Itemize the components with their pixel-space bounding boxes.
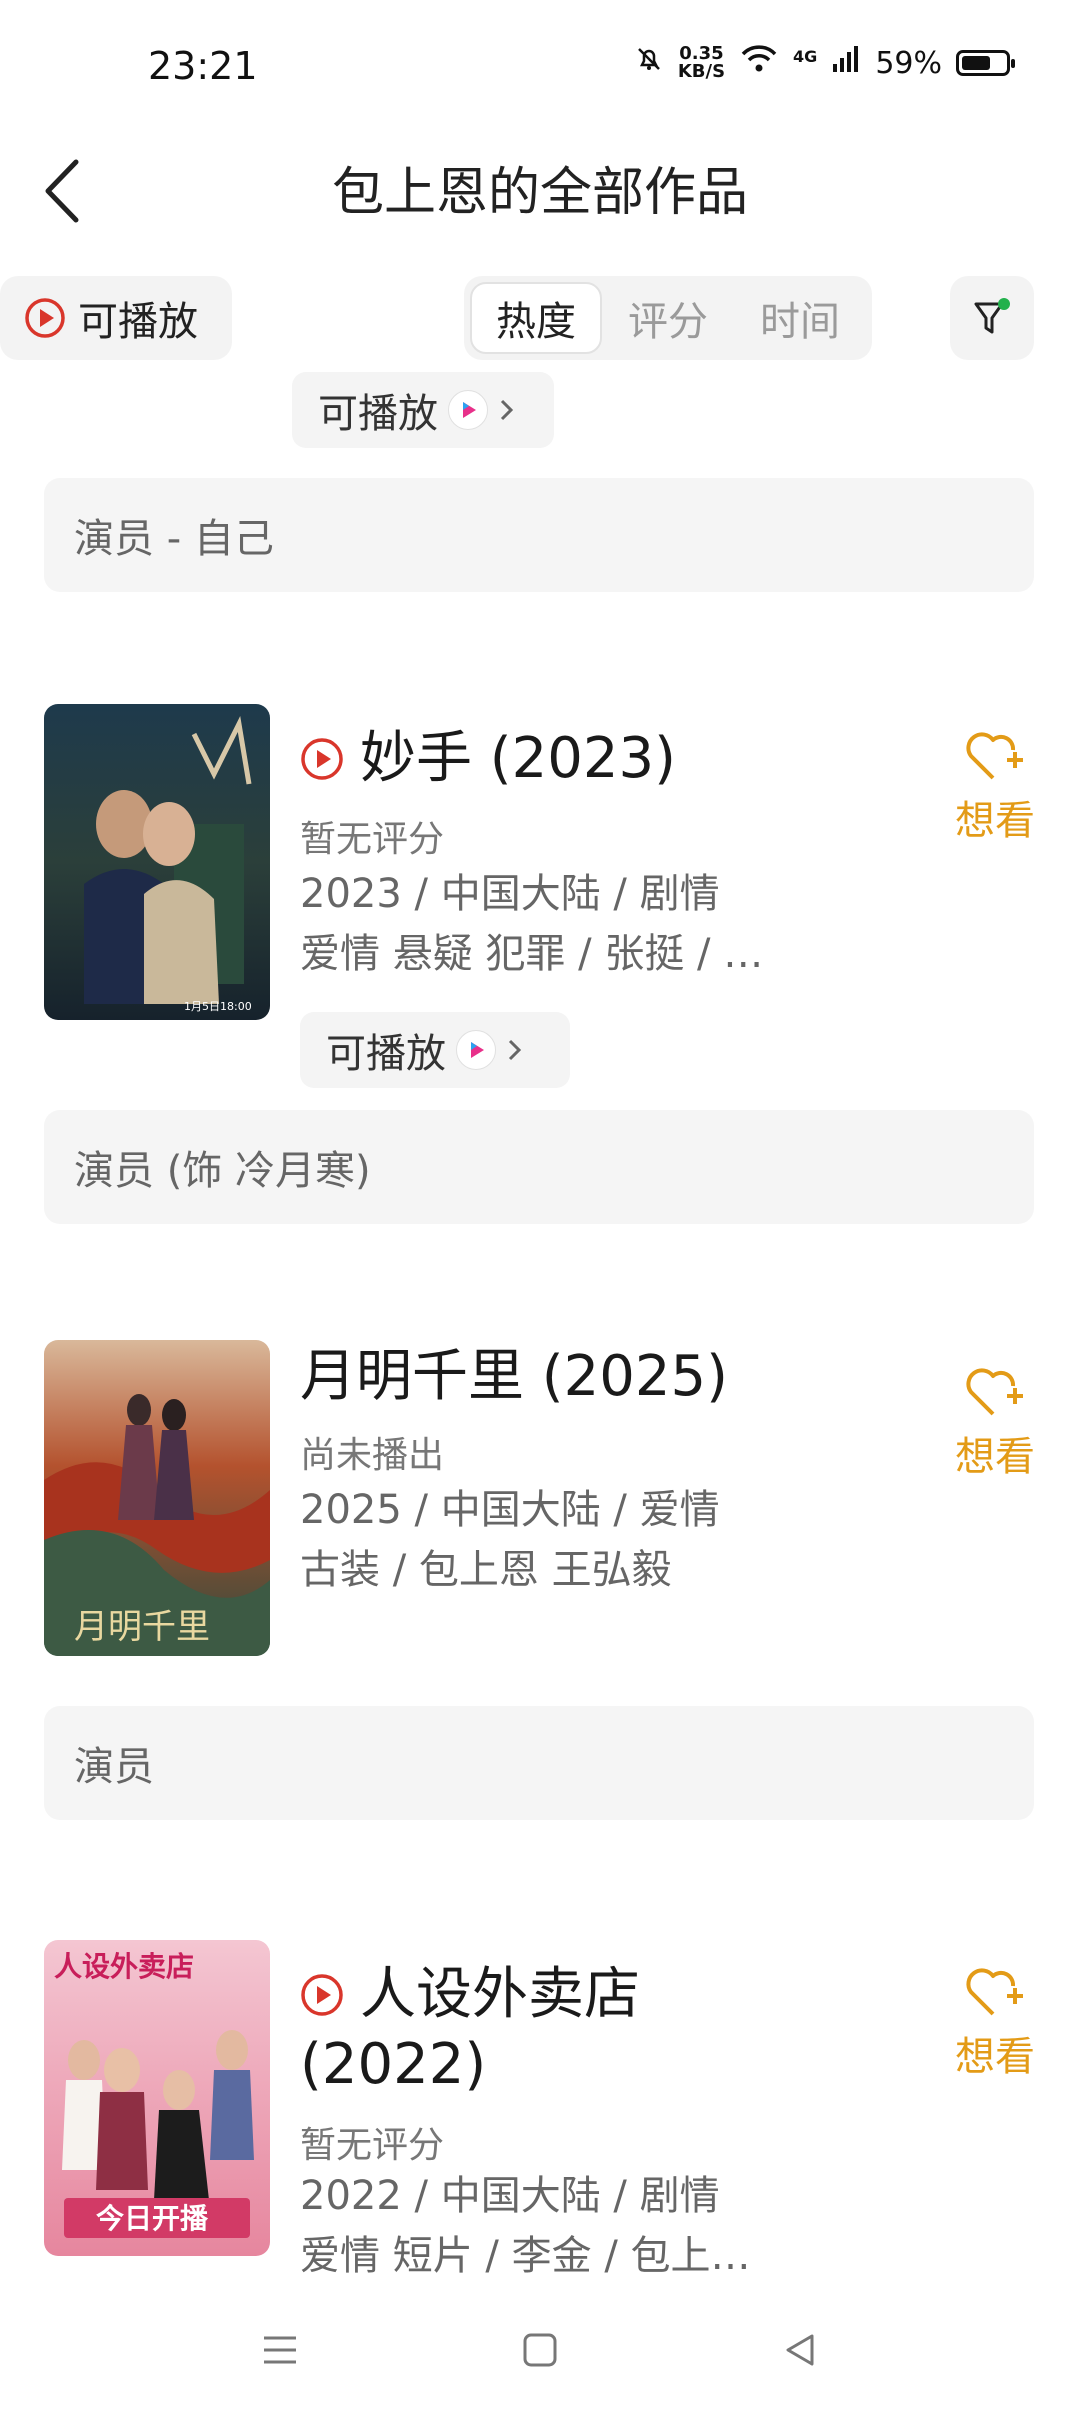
work-title[interactable]: 妙手 (2023) xyxy=(360,726,676,792)
playable-pill-label: 可播放 xyxy=(326,1031,446,1077)
meta-line: 2022 / 中国大陆 / 剧情 xyxy=(300,2173,720,2219)
play-circle-icon xyxy=(301,738,343,780)
sort-tab-hot[interactable]: 热度 xyxy=(470,282,602,354)
back-triangle-icon[interactable] xyxy=(770,2320,830,2380)
playable-filter-button[interactable]: 可播放 xyxy=(0,276,232,360)
menu-icon[interactable] xyxy=(250,2320,310,2380)
youku-icon xyxy=(456,1030,496,1070)
rating-text: 暂无评分 xyxy=(300,2125,445,2166)
playable-pill-label: 可播放 xyxy=(318,391,438,437)
poster-caption: 今日开播 xyxy=(96,2202,209,2235)
poster-image[interactable]: 人设外卖店 今日开播 xyxy=(44,1940,270,2256)
playable-filter-label: 可播放 xyxy=(78,299,198,345)
rating-text: 尚未播出 xyxy=(300,1435,445,1476)
net-speed: 0.35 KB/S xyxy=(678,45,725,81)
mute-icon xyxy=(634,44,664,82)
status-icons: 0.35 KB/S 4G 59% xyxy=(634,44,1015,82)
rating-text: 暂无评分 xyxy=(300,819,445,860)
nav-bar: 包上恩的全部作品 xyxy=(0,140,1080,270)
want-to-watch-label: 想看 xyxy=(955,798,1035,844)
role-box: 演员 xyxy=(44,1706,1034,1820)
filter-button[interactable] xyxy=(950,276,1034,360)
title-row: 月明千里 (2025) xyxy=(300,1344,728,1410)
sort-tab-rating[interactable]: 评分 xyxy=(602,282,734,354)
battery-percent: 59% xyxy=(875,45,942,81)
role-box: 演员 - 自己 xyxy=(44,478,1034,592)
meta-line: 爱情 悬疑 犯罪 / 张挺 / … xyxy=(300,931,764,977)
system-nav-bar xyxy=(0,2300,1080,2412)
playable-pill[interactable]: 可播放 xyxy=(292,372,554,448)
sort-tabs: 热度 评分 时间 xyxy=(464,276,872,360)
home-icon[interactable] xyxy=(510,2320,570,2380)
play-circle-icon xyxy=(25,298,65,338)
filter-row: 可播放 热度 评分 时间 xyxy=(0,276,1080,364)
heart-plus-icon xyxy=(966,1368,1023,1416)
poster-image[interactable]: 月明千里 xyxy=(44,1340,270,1656)
playable-pill[interactable]: 可播放 xyxy=(300,1012,570,1088)
work-item[interactable]: 月明千里 月明千里 (2025) 尚未播出 2025 / 中国大陆 / 爱情 古… xyxy=(0,1340,1080,1680)
signal-icon xyxy=(831,44,861,82)
title-row: 妙手 (2023) xyxy=(300,726,676,792)
net-speed-unit: KB/S xyxy=(677,61,726,82)
battery-level xyxy=(962,56,991,70)
status-time: 23:21 xyxy=(148,44,258,88)
wifi-icon xyxy=(739,44,779,82)
poster-title: 人设外卖店 xyxy=(54,1950,194,1983)
want-to-watch-button[interactable]: 想看 xyxy=(940,1962,1050,2082)
meta-line: 古装 / 包上恩 王弘毅 xyxy=(300,1547,672,1593)
status-bar: 23:21 0.35 KB/S 4G 59% xyxy=(0,0,1080,140)
title-row: 人设外卖店 xyxy=(300,1962,640,2028)
sort-tab-time[interactable]: 时间 xyxy=(734,282,866,354)
youku-icon xyxy=(448,390,488,430)
funnel-icon xyxy=(974,298,1010,334)
work-item[interactable]: 人设外卖店 今日开播 人设外卖店 (2022) 暂无评分 2022 / 中国大陆… xyxy=(0,1940,1080,2280)
heart-plus-icon xyxy=(966,732,1023,780)
work-title-year[interactable]: (2022) xyxy=(300,2032,486,2098)
page-title: 包上恩的全部作品 xyxy=(331,163,748,223)
meta-line: 2025 / 中国大陆 / 爱情 xyxy=(300,1487,720,1533)
battery-icon xyxy=(956,50,1015,76)
want-to-watch-label: 想看 xyxy=(955,1434,1035,1480)
poster-image[interactable]: 1月5日18:00 xyxy=(44,704,270,1020)
network-type: 4G xyxy=(793,46,818,66)
chevron-right-icon xyxy=(500,399,514,421)
want-to-watch-label: 想看 xyxy=(955,2034,1035,2080)
want-to-watch-button[interactable]: 想看 xyxy=(940,726,1050,846)
chevron-right-icon xyxy=(508,1039,522,1061)
work-title[interactable]: 月明千里 (2025) xyxy=(300,1344,728,1410)
role-box: 演员 (饰 冷月寒) xyxy=(44,1110,1034,1224)
poster-title: 月明千里 xyxy=(74,1607,210,1647)
play-circle-icon xyxy=(301,1974,343,2016)
meta-line: 爱情 短片 / 李金 / 包上… xyxy=(300,2233,751,2279)
poster-date: 1月5日18:00 xyxy=(184,1000,252,1013)
heart-plus-icon xyxy=(966,1968,1023,2016)
meta-line: 2023 / 中国大陆 / 剧情 xyxy=(300,871,720,917)
work-title[interactable]: 人设外卖店 xyxy=(360,1962,640,2028)
want-to-watch-button[interactable]: 想看 xyxy=(940,1362,1050,1482)
